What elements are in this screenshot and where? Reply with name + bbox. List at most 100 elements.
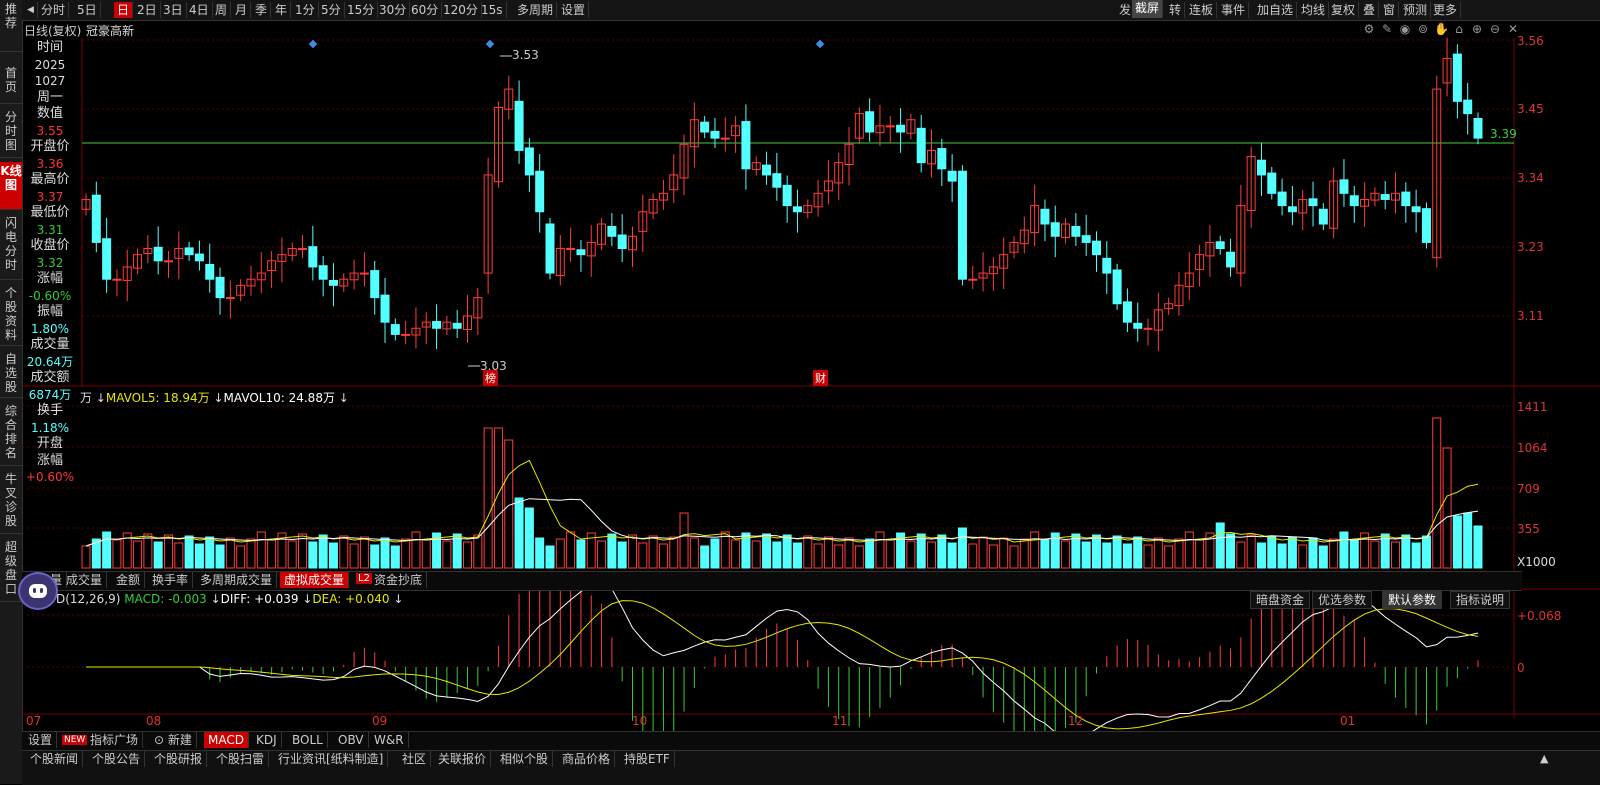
- volume-bar: [421, 539, 431, 569]
- indicator-settings-tab[interactable]: 设置: [24, 732, 58, 748]
- volume-bar: [390, 545, 400, 569]
- volume-bar: [597, 540, 607, 569]
- macd-axis-label: 0: [1517, 661, 1525, 675]
- candle: [308, 246, 318, 268]
- tab-amount[interactable]: 金额: [112, 572, 146, 588]
- volume-bar: [566, 531, 576, 569]
- volume-bar: [163, 534, 173, 569]
- volume-bar: [792, 542, 802, 569]
- price-axis-label: 3.11: [1517, 309, 1544, 323]
- volume-bar: [906, 540, 916, 569]
- news-tab[interactable]: 相似个股: [496, 751, 554, 767]
- volume-bar: [1256, 542, 1266, 569]
- optimized-params-button[interactable]: 优选参数: [1312, 591, 1373, 609]
- candle: [524, 147, 534, 176]
- max-price-label: 3.53: [512, 48, 539, 62]
- tab-multi-period-volume[interactable]: 多周期成交量: [196, 572, 278, 588]
- tab-wr[interactable]: W&R: [370, 732, 409, 748]
- candle: [153, 246, 163, 262]
- new-indicator-tab[interactable]: ⊙ 新建: [150, 732, 197, 748]
- candle: [1143, 327, 1153, 330]
- volume-bar: [1143, 544, 1153, 569]
- macd-axis-label: +0.068: [1517, 609, 1562, 623]
- candle: [617, 234, 627, 250]
- date-tick: 10: [632, 714, 648, 728]
- mavol10-label: MAVOL10: 24.88万: [223, 391, 335, 405]
- news-tab[interactable]: 个股新闻: [26, 751, 84, 767]
- candle: [545, 223, 555, 274]
- indicator-square-tab[interactable]: 指标广场: [86, 732, 144, 748]
- candle: [112, 278, 122, 281]
- news-tab[interactable]: 行业资讯[纸料制造]: [274, 751, 389, 767]
- volume-bar: [1463, 512, 1473, 569]
- volume-bar: [1195, 539, 1205, 569]
- volume-bar: [401, 538, 411, 569]
- volume-bar: [1246, 534, 1256, 569]
- news-tab[interactable]: 社区: [398, 751, 432, 767]
- volume-bar: [772, 541, 782, 569]
- candle: [102, 238, 112, 280]
- news-tab[interactable]: 个股研报: [150, 751, 208, 767]
- volume-bar: [411, 531, 421, 569]
- rank-marker[interactable]: 榜: [483, 370, 498, 386]
- volume-bar: [782, 534, 792, 569]
- candle: [1050, 222, 1060, 237]
- volume-bar: [834, 544, 844, 569]
- news-tab[interactable]: 个股扫雷: [212, 751, 270, 767]
- last-price-label: 3.39: [1490, 127, 1517, 141]
- tab-macd[interactable]: MACD: [204, 732, 249, 748]
- volume-bar: [102, 531, 112, 569]
- volume-bar: [576, 539, 586, 569]
- volume-bar: [1349, 539, 1359, 569]
- candle: [1380, 194, 1390, 200]
- candle: [968, 278, 978, 281]
- tab-turnover[interactable]: 换手率: [148, 572, 194, 588]
- candle: [1267, 172, 1277, 194]
- default-params-button[interactable]: 默认参数: [1382, 591, 1443, 609]
- tab-boll[interactable]: BOLL: [288, 732, 328, 748]
- assistant-avatar[interactable]: [18, 572, 58, 610]
- finance-marker[interactable]: 财: [813, 370, 828, 386]
- tab-volume[interactable]: 成交量: [62, 572, 108, 588]
- news-tab[interactable]: 关联报价: [434, 751, 492, 767]
- candle: [607, 225, 617, 237]
- volume-bar: [236, 545, 246, 569]
- candle: [762, 164, 772, 176]
- tab-virtual-volume[interactable]: 虚拟成交量: [280, 572, 350, 588]
- tab-kdj[interactable]: KDJ: [252, 732, 282, 748]
- news-tab[interactable]: 持股ETF: [620, 751, 675, 767]
- tab-obv[interactable]: OBV: [334, 732, 369, 748]
- candle: [1421, 208, 1431, 243]
- volume-bar: [1215, 522, 1225, 569]
- new-badge: NEW: [62, 735, 88, 745]
- volume-bar: [607, 533, 617, 569]
- expand-icon[interactable]: ▲: [1540, 752, 1548, 765]
- candle: [215, 276, 225, 299]
- volume-bar: [184, 535, 194, 569]
- volume-unit: 万: [80, 391, 93, 405]
- price-axis-label: 3.23: [1517, 240, 1544, 254]
- candle: [916, 127, 926, 164]
- volume-bar: [287, 540, 297, 569]
- macd-value: MACD: -0.003: [124, 592, 207, 606]
- volume-bar: [133, 540, 143, 569]
- volume-bar: [483, 427, 493, 569]
- volume-bar: [267, 539, 277, 569]
- volume-bar: [710, 538, 720, 569]
- volume-bar: [256, 531, 266, 569]
- volume-bar: [1318, 545, 1328, 569]
- candle: [947, 170, 957, 182]
- candle: [1122, 301, 1132, 323]
- volume-axis-unit: X1000: [1517, 555, 1556, 569]
- volume-bar: [1081, 541, 1091, 569]
- news-tab[interactable]: 个股公告: [88, 751, 146, 767]
- candle: [957, 170, 967, 280]
- candle: [1091, 240, 1101, 256]
- candle: [1277, 191, 1287, 207]
- tab-fund-bottom[interactable]: 资金抄底: [370, 572, 428, 588]
- news-tab[interactable]: 商品价格: [558, 751, 616, 767]
- candle: [1256, 159, 1266, 176]
- date-tick: 12: [1068, 714, 1084, 728]
- indicator-help-button[interactable]: 指标说明: [1450, 591, 1511, 609]
- dark-pool-button[interactable]: 暗盘资金: [1250, 591, 1311, 609]
